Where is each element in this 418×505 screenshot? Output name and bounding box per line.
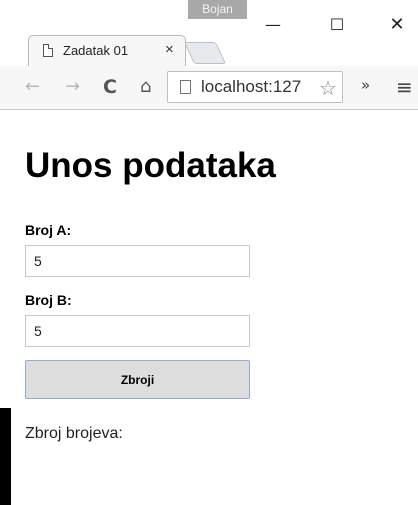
close-window-button[interactable]: ✕ <box>382 14 412 36</box>
field-b-label: Broj B: <box>25 292 72 308</box>
field-a-label: Broj A: <box>25 222 72 238</box>
tab-close-icon[interactable]: × <box>165 41 174 58</box>
page-icon <box>180 80 191 94</box>
bookmark-star-icon[interactable]: ☆ <box>319 76 337 100</box>
new-tab-button[interactable] <box>183 42 227 64</box>
background-edge <box>0 408 11 505</box>
home-icon[interactable]: ⌂ <box>140 76 151 98</box>
address-text[interactable]: localhost:127 <box>201 77 301 97</box>
browser-window: Bojan — ☐ ✕ Zadatak 01 × ← → C ⌂ localho… <box>0 0 418 505</box>
title-bar: Bojan — ☐ ✕ Zadatak 01 × <box>0 0 418 66</box>
tab-title: Zadatak 01 <box>63 43 129 58</box>
address-bar[interactable]: localhost:127 ☆ <box>167 71 343 103</box>
minimize-button[interactable]: — <box>258 14 288 36</box>
page-favicon-icon <box>43 44 53 57</box>
profile-badge[interactable]: Bojan <box>188 0 247 19</box>
broj-a-input[interactable] <box>25 245 250 277</box>
browser-toolbar: ← → C ⌂ localhost:127 ☆ » ≡ <box>0 66 418 110</box>
broj-b-input[interactable] <box>25 315 250 347</box>
result-text: Zbroj brojeva: <box>25 425 123 442</box>
menu-icon[interactable]: ≡ <box>396 75 413 99</box>
back-arrow-icon[interactable]: ← <box>25 76 40 98</box>
page-title: Unos podataka <box>25 146 276 185</box>
maximize-button[interactable]: ☐ <box>322 14 352 36</box>
forward-arrow-icon[interactable]: → <box>65 76 80 98</box>
reload-icon[interactable]: C <box>103 76 117 98</box>
zbroji-button[interactable]: Zbroji <box>25 360 250 399</box>
browser-tab[interactable]: Zadatak 01 × <box>28 35 186 66</box>
extensions-chevron-icon[interactable]: » <box>361 76 370 94</box>
